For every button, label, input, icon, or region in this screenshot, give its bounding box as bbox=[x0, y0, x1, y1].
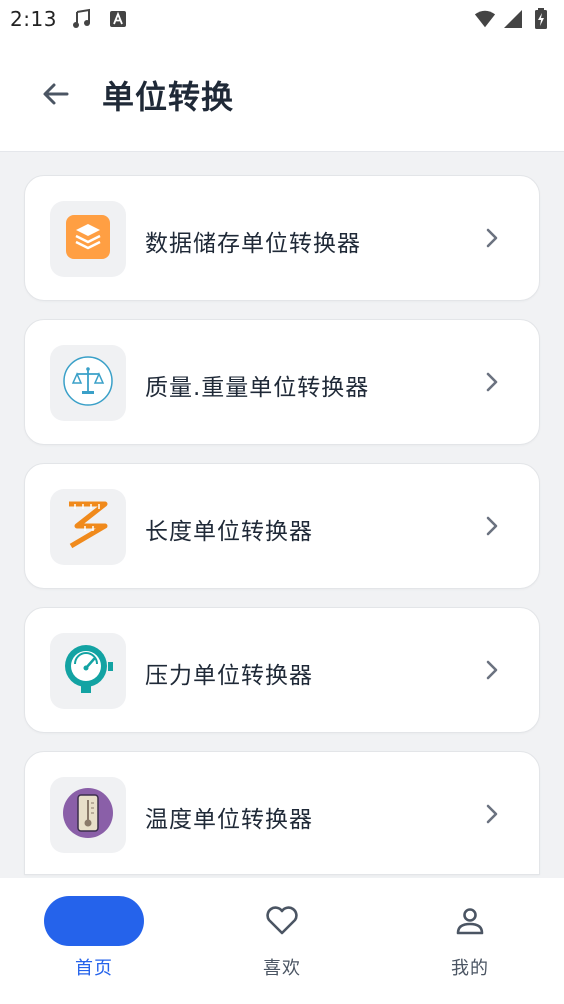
converter-card-mass-weight[interactable]: 质量.重量单位转换器 bbox=[24, 319, 540, 445]
ruler-icon bbox=[65, 500, 111, 554]
chevron-right-icon bbox=[481, 514, 503, 538]
back-button[interactable] bbox=[38, 78, 74, 114]
icon-box bbox=[50, 777, 126, 853]
person-icon bbox=[445, 896, 495, 946]
page-title: 单位转换 bbox=[102, 78, 235, 116]
status-time: 2:13 bbox=[10, 7, 57, 31]
chevron-right-icon bbox=[481, 802, 503, 826]
converter-label: 温度单位转换器 bbox=[145, 807, 313, 833]
chevron-right-icon bbox=[481, 658, 503, 682]
icon-box bbox=[50, 201, 126, 277]
chevron-right-icon bbox=[481, 226, 503, 250]
app-bar: 单位转换 bbox=[0, 38, 564, 152]
status-left: 2:13 bbox=[10, 7, 129, 31]
thermometer-icon bbox=[62, 787, 114, 843]
heart-icon bbox=[257, 896, 307, 946]
home-icon bbox=[44, 896, 144, 946]
icon-box bbox=[50, 633, 126, 709]
icon-box bbox=[50, 489, 126, 565]
nav-item-favorites[interactable]: 喜欢 bbox=[188, 878, 376, 1004]
converter-card-temperature[interactable]: 温度单位转换器 bbox=[24, 751, 540, 875]
nav-item-mine[interactable]: 我的 bbox=[376, 878, 564, 1004]
nav-label-favorites: 喜欢 bbox=[263, 958, 301, 979]
converter-card-length[interactable]: 长度单位转换器 bbox=[24, 463, 540, 589]
battery-icon bbox=[530, 8, 552, 30]
nav-label-home: 首页 bbox=[75, 958, 113, 979]
bottom-nav: 首页 喜欢 我的 bbox=[0, 878, 564, 1004]
converter-card-data-storage[interactable]: 数据储存单位转换器 bbox=[24, 175, 540, 301]
signal-icon bbox=[502, 8, 524, 30]
nav-label-mine: 我的 bbox=[451, 958, 489, 979]
music-note-icon bbox=[71, 8, 93, 30]
converter-card-pressure[interactable]: 压力单位转换器 bbox=[24, 607, 540, 733]
status-bar: 2:13 bbox=[0, 0, 564, 38]
data-storage-icon bbox=[66, 215, 110, 263]
wifi-icon bbox=[474, 8, 496, 30]
converter-label: 压力单位转换器 bbox=[145, 663, 313, 689]
converter-label: 质量.重量单位转换器 bbox=[145, 375, 370, 401]
chevron-right-icon bbox=[481, 370, 503, 394]
converter-label: 长度单位转换器 bbox=[145, 519, 313, 545]
converter-list: 数据储存单位转换器 质量.重量单位转换器 长度单位转换器 压力单位转换器 温度单… bbox=[24, 175, 540, 875]
text-a-icon bbox=[107, 8, 129, 30]
nav-item-home[interactable]: 首页 bbox=[0, 878, 188, 1004]
converter-label: 数据储存单位转换器 bbox=[145, 231, 361, 257]
arrow-left-icon bbox=[41, 79, 71, 113]
status-right bbox=[474, 8, 552, 30]
icon-box bbox=[50, 345, 126, 421]
scale-balance-icon bbox=[62, 355, 114, 411]
pressure-gauge-icon bbox=[62, 642, 114, 700]
